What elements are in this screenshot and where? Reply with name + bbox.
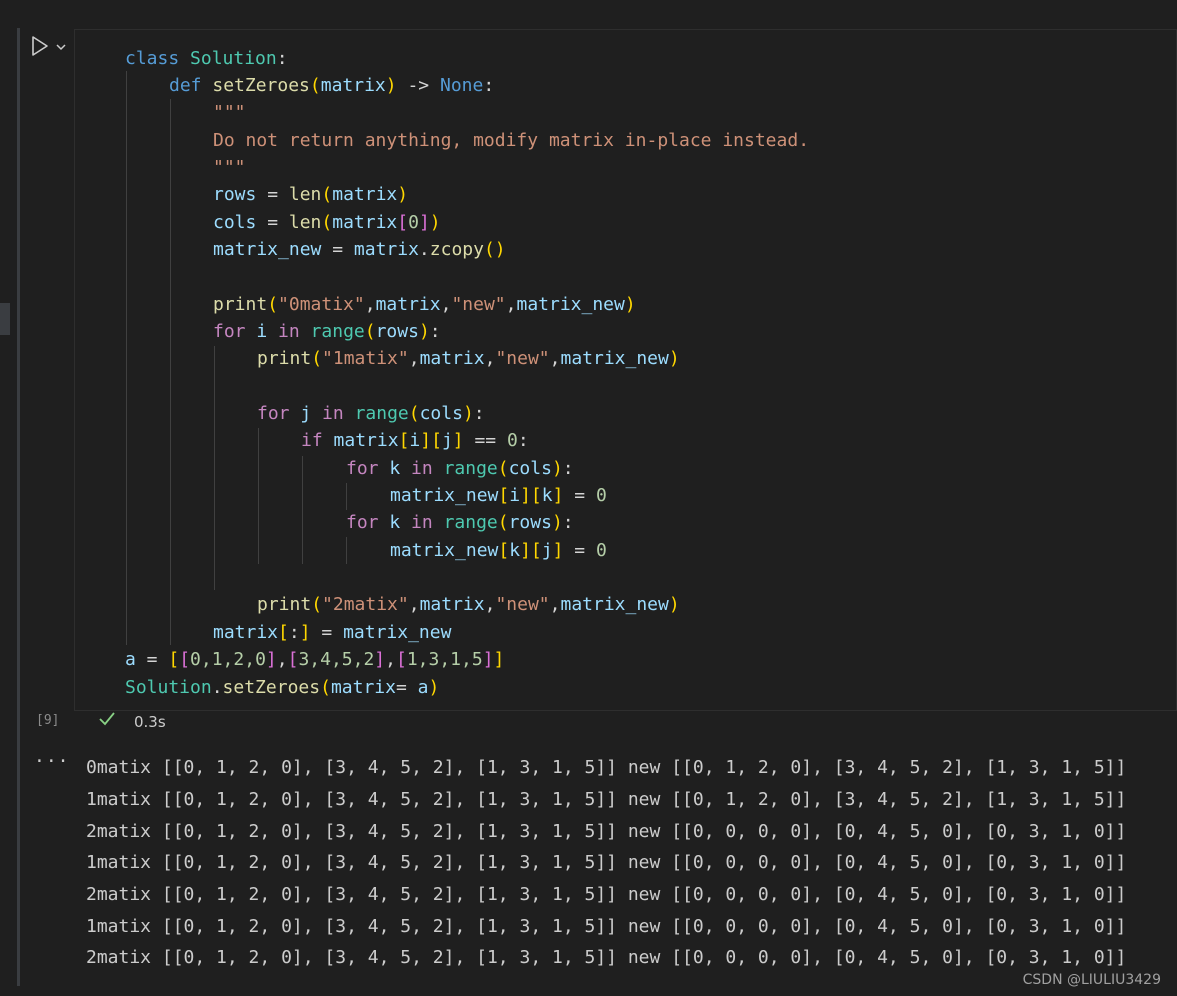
indent-guide <box>126 71 127 645</box>
indent-guide <box>302 456 303 564</box>
code-line: rows = len(matrix) <box>213 184 409 205</box>
code-line: print("0matix",matrix,"new",matrix_new) <box>213 294 636 315</box>
code-line: def setZeroes(matrix) -> None: <box>169 75 495 96</box>
code-line: """ <box>213 102 246 123</box>
code-line: for k in range(rows): <box>346 512 574 533</box>
code-line: Do not return anything, modify matrix in… <box>213 130 810 151</box>
code-line: Solution.setZeroes(matrix= a) <box>125 677 440 698</box>
code-line: cols = len(matrix[0]) <box>213 212 441 233</box>
code-line: if matrix[i][j] == 0: <box>301 430 529 451</box>
watermark: CSDN @LIULIU3429 <box>1022 972 1161 988</box>
code-line: print("2matix",matrix,"new",matrix_new) <box>257 594 680 615</box>
check-icon <box>98 711 116 732</box>
output-line: 1matix [[0, 1, 2, 0], [3, 4, 5, 2], [1, … <box>86 789 1127 810</box>
cell-run-controls <box>28 33 73 61</box>
code-line: for k in range(cols): <box>346 458 574 479</box>
indent-guide <box>258 428 259 564</box>
execution-count: [9] <box>36 713 60 728</box>
code-line: matrix_new[i][k] = 0 <box>390 485 607 506</box>
output-line: 2matix [[0, 1, 2, 0], [3, 4, 5, 2], [1, … <box>86 884 1127 905</box>
chevron-down-icon[interactable] <box>54 39 68 53</box>
code-line: matrix_new = matrix.zcopy() <box>213 239 506 260</box>
code-line: print("1matix",matrix,"new",matrix_new) <box>257 348 680 369</box>
code-line: class Solution: <box>125 48 288 69</box>
top-bar <box>0 0 1177 28</box>
execution-time: 0.3s <box>134 713 166 731</box>
code-line: a = [[0,1,2,0],[3,4,5,2],[1,3,1,5]] <box>125 649 505 670</box>
output-line: 1matix [[0, 1, 2, 0], [3, 4, 5, 2], [1, … <box>86 852 1127 873</box>
output-line: 2matix [[0, 1, 2, 0], [3, 4, 5, 2], [1, … <box>86 947 1127 968</box>
code-line: matrix[:] = matrix_new <box>213 622 452 643</box>
output-line: 2matix [[0, 1, 2, 0], [3, 4, 5, 2], [1, … <box>86 821 1127 842</box>
indent-guide <box>170 99 171 645</box>
play-icon[interactable] <box>30 35 50 57</box>
ellipsis-icon[interactable]: ··· <box>34 751 70 772</box>
scroll-marker <box>0 303 10 335</box>
indent-guide <box>214 346 215 590</box>
indent-guide <box>346 537 347 564</box>
code-line: """ <box>213 157 246 178</box>
output-line: 1matix [[0, 1, 2, 0], [3, 4, 5, 2], [1, … <box>86 916 1127 937</box>
output-line: 0matix [[0, 1, 2, 0], [3, 4, 5, 2], [1, … <box>86 757 1127 778</box>
indent-guide <box>346 483 347 510</box>
code-line: matrix_new[k][j] = 0 <box>390 540 607 561</box>
code-line: for i in range(rows): <box>213 321 441 342</box>
code-line: for j in range(cols): <box>257 403 485 424</box>
